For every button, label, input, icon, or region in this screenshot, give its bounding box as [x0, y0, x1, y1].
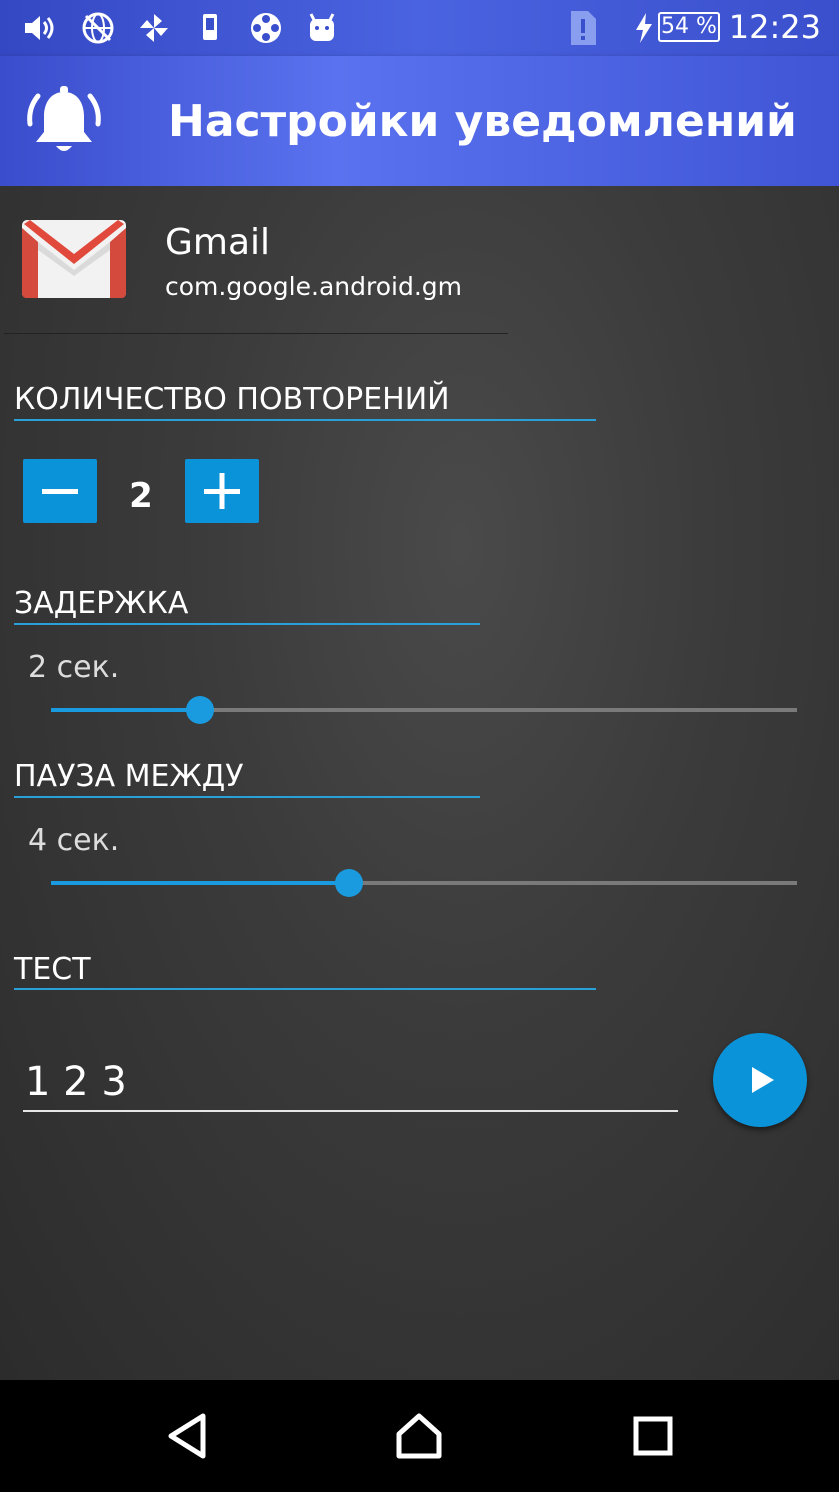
delay-slider-thumb[interactable]	[186, 696, 215, 724]
volume-icon	[20, 8, 60, 48]
navigation-bar	[0, 1380, 839, 1492]
page-title: Настройки уведомлений	[168, 96, 797, 147]
clock: 12:23	[728, 8, 821, 46]
test-underline	[14, 988, 596, 990]
back-button[interactable]	[157, 1410, 217, 1462]
test-text-input[interactable]	[23, 1054, 678, 1112]
pinwheel-icon	[134, 8, 174, 48]
delay-slider-fill	[51, 708, 201, 712]
decrement-button[interactable]	[23, 459, 97, 523]
recents-square-icon	[633, 1416, 673, 1456]
play-test-button[interactable]	[713, 1033, 807, 1127]
back-triangle-icon	[168, 1413, 206, 1459]
pause-slider[interactable]	[51, 869, 797, 897]
delay-underline	[14, 623, 480, 625]
pause-label: ПАУЗА МЕЖДУ	[14, 759, 244, 794]
pause-underline	[14, 796, 480, 798]
battery-icon: 54 %	[658, 12, 720, 42]
home-button[interactable]	[389, 1410, 449, 1462]
android-icon	[302, 8, 342, 48]
alert-sim-icon	[563, 8, 603, 48]
minus-icon	[42, 489, 78, 494]
delay-slider[interactable]	[51, 696, 797, 724]
bell-icon	[24, 84, 104, 160]
test-label: ТЕСТ	[14, 952, 91, 987]
repeat-count-value: 2	[129, 476, 153, 516]
delay-label: ЗАДЕРЖКА	[14, 586, 189, 621]
phone-icon	[190, 8, 230, 48]
increment-button[interactable]	[185, 459, 259, 523]
pause-slider-thumb[interactable]	[335, 869, 364, 897]
app-package: com.google.android.gm	[165, 272, 462, 301]
app-bar: Настройки уведомлений	[0, 56, 839, 186]
delay-value: 2 сек.	[28, 650, 120, 685]
plus-icon	[204, 473, 240, 509]
film-reel-icon	[246, 8, 286, 48]
pause-slider-fill	[51, 881, 350, 885]
recents-button[interactable]	[623, 1410, 683, 1462]
status-bar: 54 % 12:23	[0, 0, 839, 56]
settings-content: Gmail com.google.android.gm КОЛИЧЕСТВО П…	[0, 186, 839, 1380]
home-icon	[396, 1413, 442, 1459]
repeat-count-underline	[14, 419, 596, 421]
app-name: Gmail	[165, 222, 271, 263]
gmail-icon	[22, 220, 126, 298]
repeat-count-label: КОЛИЧЕСТВО ПОВТОРЕНИЙ	[14, 382, 450, 417]
pause-value: 4 сек.	[28, 823, 120, 858]
divider	[4, 333, 508, 334]
play-icon	[752, 1067, 774, 1093]
globe-off-icon	[78, 8, 118, 48]
